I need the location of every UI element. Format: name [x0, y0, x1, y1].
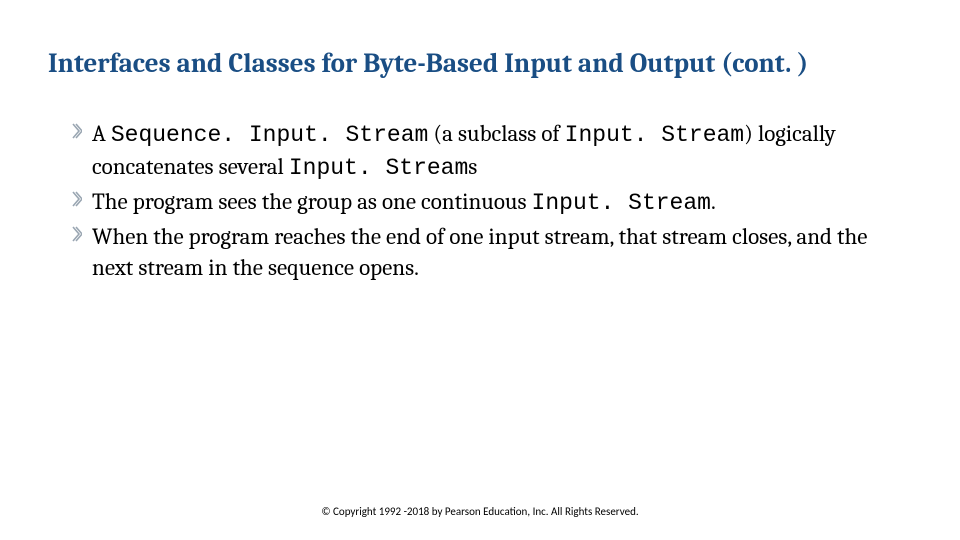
list-item-text: When the program reaches the end of one … [92, 221, 900, 283]
copyright-footer: © Copyright 1992 -2018 by Pearson Educat… [0, 505, 960, 518]
bullet-list: A Sequence. Input. Stream (a subclass of… [72, 118, 900, 285]
bullet-marker-icon [72, 120, 82, 142]
list-item-text: The program sees the group as one contin… [92, 186, 900, 219]
bullet-marker-icon [72, 223, 82, 245]
list-item-text: A Sequence. Input. Stream (a subclass of… [92, 118, 900, 184]
list-item: The program sees the group as one contin… [72, 186, 900, 219]
slide: Interfaces and Classes for Byte-Based In… [0, 0, 960, 540]
list-item: A Sequence. Input. Stream (a subclass of… [72, 118, 900, 184]
list-item: When the program reaches the end of one … [72, 221, 900, 283]
bullet-marker-icon [72, 188, 82, 210]
slide-title: Interfaces and Classes for Byte-Based In… [48, 48, 912, 80]
